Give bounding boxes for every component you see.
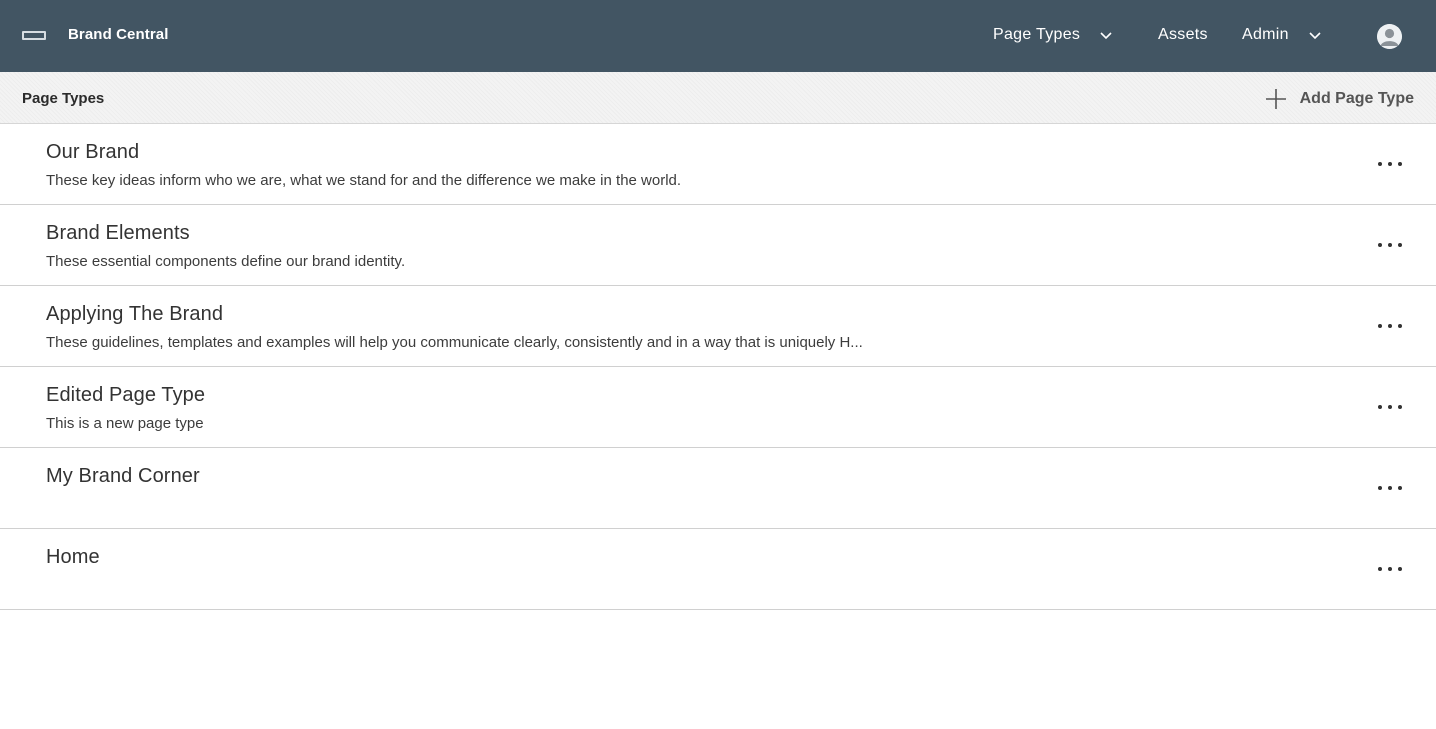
- nav-assets[interactable]: Assets: [1158, 26, 1208, 44]
- page-type-description: This is a new page type: [46, 415, 204, 432]
- page-subheader: Page Types Add Page Type: [0, 72, 1436, 124]
- page-type-title[interactable]: Brand Elements: [46, 222, 190, 245]
- more-options-icon[interactable]: [1378, 241, 1402, 249]
- page-title: Page Types: [22, 90, 105, 107]
- list-item[interactable]: Home: [0, 529, 1436, 610]
- page-type-description: These essential components define our br…: [46, 253, 406, 270]
- page-type-title[interactable]: Applying The Brand: [46, 303, 223, 326]
- plus-icon: [1265, 89, 1286, 109]
- more-options-icon[interactable]: [1378, 565, 1402, 573]
- page-type-list: Our Brand These key ideas inform who we …: [0, 124, 1436, 610]
- list-item[interactable]: Applying The Brand These guidelines, tem…: [0, 286, 1436, 367]
- brand-title[interactable]: Brand Central: [68, 26, 169, 43]
- user-avatar-icon[interactable]: [1377, 24, 1402, 49]
- nav-page-types-label: Page Types: [993, 26, 1081, 43]
- nav-admin-label: Admin: [1242, 26, 1289, 43]
- page-type-description: These key ideas inform who we are, what …: [46, 172, 682, 189]
- page-type-title[interactable]: Home: [46, 546, 100, 569]
- more-options-icon[interactable]: [1378, 484, 1402, 492]
- list-item[interactable]: Edited Page Type This is a new page type: [0, 367, 1436, 448]
- nav-page-types[interactable]: Page Types: [993, 26, 1112, 44]
- list-item[interactable]: Our Brand These key ideas inform who we …: [0, 124, 1436, 205]
- more-options-icon[interactable]: [1378, 160, 1402, 168]
- nav-assets-label: Assets: [1158, 26, 1208, 43]
- more-options-icon[interactable]: [1378, 322, 1402, 330]
- top-navigation-bar: Brand Central Page Types Assets Admin: [0, 0, 1436, 72]
- chevron-down-icon: [1309, 32, 1321, 40]
- page-type-title[interactable]: Edited Page Type: [46, 384, 205, 407]
- user-silhouette-icon: [1377, 24, 1402, 49]
- add-page-type-label: Add Page Type: [1299, 90, 1414, 107]
- page-type-title[interactable]: Our Brand: [46, 141, 139, 164]
- more-options-icon[interactable]: [1378, 403, 1402, 411]
- list-item[interactable]: My Brand Corner: [0, 448, 1436, 529]
- nav-admin[interactable]: Admin: [1242, 26, 1321, 44]
- chevron-down-icon: [1100, 32, 1112, 40]
- page-type-description: These guidelines, templates and examples…: [46, 334, 863, 351]
- list-item[interactable]: Brand Elements These essential component…: [0, 205, 1436, 286]
- page-type-title[interactable]: My Brand Corner: [46, 465, 200, 488]
- add-page-type-button[interactable]: Add Page Type: [1265, 88, 1414, 110]
- menu-icon[interactable]: [22, 31, 46, 40]
